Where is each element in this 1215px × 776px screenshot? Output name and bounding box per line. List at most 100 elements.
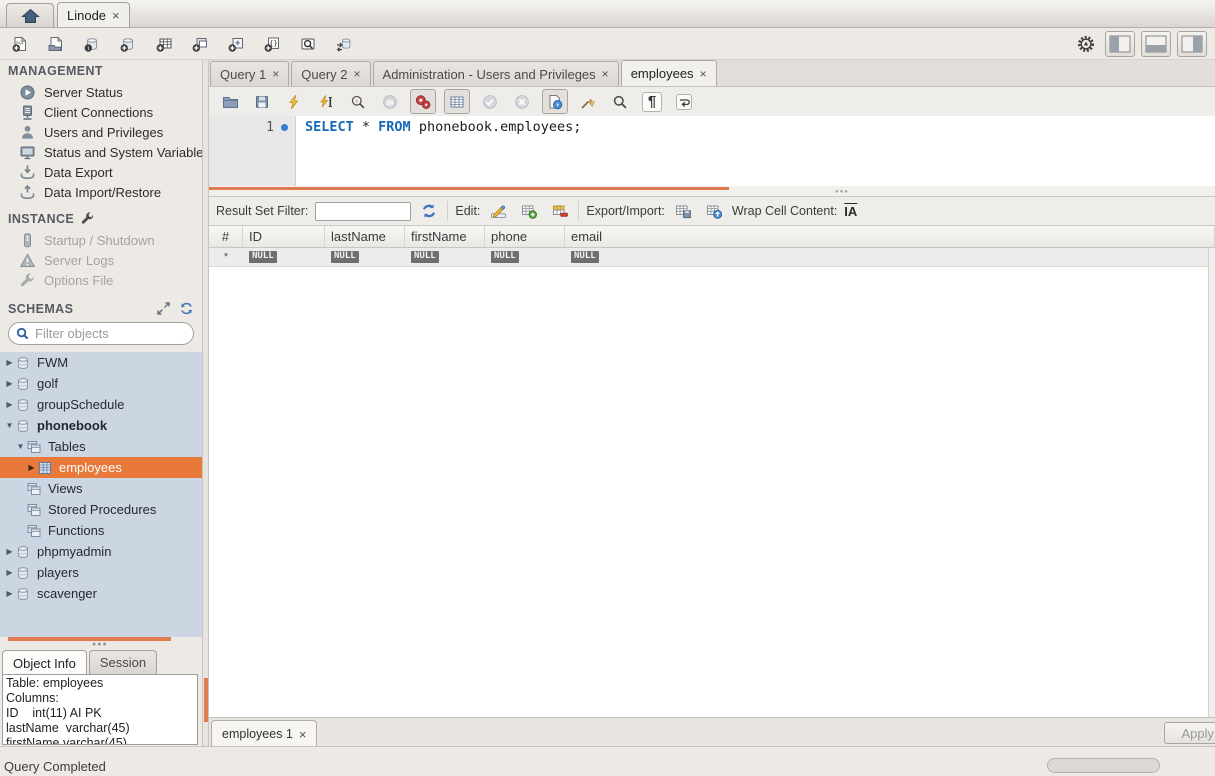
schema-inspector-icon[interactable]: i bbox=[78, 31, 105, 58]
tree-item-scavenger[interactable]: ▶scavenger bbox=[0, 583, 202, 604]
tree-item-functions[interactable]: Functions bbox=[0, 520, 202, 541]
chevron-down-icon[interactable]: ▼ bbox=[4, 421, 15, 430]
sidebar-item-server-status[interactable]: Server Status bbox=[0, 82, 202, 102]
tab-query-1[interactable]: Query 1× bbox=[210, 61, 289, 86]
tree-item-fwm[interactable]: ▶FWM bbox=[0, 352, 202, 373]
schema-filter-input[interactable] bbox=[35, 326, 202, 341]
export-recordset-icon[interactable] bbox=[672, 201, 694, 221]
sql-editor[interactable]: 1 SELECT * FROM phonebook.employees; bbox=[209, 116, 1215, 186]
tree-item-phpmyadmin[interactable]: ▶phpmyadmin bbox=[0, 541, 202, 562]
tree-item-employees[interactable]: ▶employees bbox=[0, 457, 202, 478]
column-header-lastname[interactable]: lastName bbox=[325, 226, 405, 247]
open-script-icon[interactable] bbox=[218, 90, 242, 114]
tab-employees[interactable]: employees× bbox=[621, 60, 717, 86]
column-header-id[interactable]: ID bbox=[243, 226, 325, 247]
sidebar-splitter-grip[interactable]: ●●● bbox=[92, 641, 108, 648]
toggle-right-sidebar-icon[interactable] bbox=[1177, 31, 1207, 57]
table-row[interactable]: *NULLNULLNULLNULLNULL bbox=[209, 248, 1215, 267]
close-icon[interactable]: × bbox=[700, 68, 707, 80]
sidebar-item-startup-shutdown[interactable]: Startup / Shutdown bbox=[0, 230, 202, 250]
tab-session[interactable]: Session bbox=[89, 650, 157, 674]
beautify-sql-icon[interactable] bbox=[576, 90, 600, 114]
search-table-data-icon[interactable] bbox=[294, 31, 321, 58]
save-script-icon[interactable] bbox=[250, 90, 274, 114]
show-invisibles-icon[interactable]: ¶ bbox=[640, 90, 664, 114]
create-function-icon[interactable]: {} bbox=[258, 31, 285, 58]
expand-panel-icon[interactable] bbox=[156, 301, 171, 316]
sidebar-item-data-export[interactable]: Data Export bbox=[0, 162, 202, 182]
chevron-right-icon[interactable]: ▶ bbox=[4, 568, 15, 577]
tree-item-groupschedule[interactable]: ▶groupSchedule bbox=[0, 394, 202, 415]
wrap-text-icon[interactable] bbox=[672, 90, 696, 114]
table-cell[interactable]: NULL bbox=[485, 248, 565, 266]
close-icon[interactable]: × bbox=[272, 68, 279, 80]
limit-rows-icon[interactable] bbox=[444, 89, 470, 114]
delete-row-icon[interactable] bbox=[549, 201, 571, 221]
column-header-email[interactable]: email bbox=[565, 226, 1215, 247]
create-schema-icon[interactable] bbox=[114, 31, 141, 58]
toggle-left-sidebar-icon[interactable] bbox=[1105, 31, 1135, 57]
vertical-splitter[interactable] bbox=[202, 60, 209, 746]
stop-on-error-toggle-icon[interactable] bbox=[410, 89, 436, 114]
tree-item-phonebook[interactable]: ▼phonebook bbox=[0, 415, 202, 436]
wrap-cell-content-icon[interactable]: IA bbox=[844, 204, 857, 219]
open-sql-script-icon[interactable] bbox=[42, 31, 69, 58]
refresh-results-icon[interactable] bbox=[418, 201, 440, 221]
refresh-schemas-icon[interactable] bbox=[179, 301, 194, 316]
editor-result-splitter[interactable]: ●●● bbox=[209, 186, 1215, 196]
settings-gear-icon[interactable] bbox=[1072, 31, 1099, 58]
sidebar-item-data-import-restore[interactable]: Data Import/Restore bbox=[0, 182, 202, 202]
table-cell[interactable]: NULL bbox=[405, 248, 485, 266]
horizontal-scrollbar-thumb[interactable] bbox=[1047, 758, 1160, 773]
tab-query-2[interactable]: Query 2× bbox=[291, 61, 370, 86]
create-view-icon[interactable] bbox=[186, 31, 213, 58]
toggle-bottom-panel-icon[interactable] bbox=[1141, 31, 1171, 57]
tree-item-tables[interactable]: ▼Tables bbox=[0, 436, 202, 457]
import-records-icon[interactable] bbox=[703, 201, 725, 221]
table-cell[interactable]: NULL bbox=[243, 248, 325, 266]
create-table-icon[interactable] bbox=[150, 31, 177, 58]
execute-statement-icon[interactable] bbox=[314, 90, 338, 114]
add-row-icon[interactable] bbox=[518, 201, 540, 221]
close-icon[interactable]: × bbox=[112, 9, 120, 22]
stop-query-icon[interactable] bbox=[378, 90, 402, 114]
tree-item-stored-procedures[interactable]: Stored Procedures bbox=[0, 499, 202, 520]
sidebar-item-status-and-system-variables[interactable]: Status and System Variables bbox=[0, 142, 202, 162]
home-tab[interactable] bbox=[6, 3, 54, 27]
table-cell[interactable]: NULL bbox=[565, 248, 1215, 266]
close-icon[interactable]: × bbox=[602, 68, 609, 80]
tree-item-players[interactable]: ▶players bbox=[0, 562, 202, 583]
execute-sql-icon[interactable] bbox=[282, 90, 306, 114]
explain-plan-icon[interactable] bbox=[346, 90, 370, 114]
sidebar-item-server-logs[interactable]: Server Logs bbox=[0, 250, 202, 270]
tab-administration-users-and-privileges[interactable]: Administration - Users and Privileges× bbox=[373, 61, 619, 86]
sidebar-item-client-connections[interactable]: Client Connections bbox=[0, 102, 202, 122]
edit-record-icon[interactable] bbox=[487, 201, 509, 221]
reconnect-dbms-icon[interactable] bbox=[330, 31, 357, 58]
sidebar-item-users-and-privileges[interactable]: Users and Privileges bbox=[0, 122, 202, 142]
result-filter-input[interactable] bbox=[315, 202, 411, 221]
close-icon[interactable]: × bbox=[299, 728, 307, 741]
column-header-firstname[interactable]: firstName bbox=[405, 226, 485, 247]
column-header-[interactable]: # bbox=[209, 226, 243, 247]
autocommit-toggle-icon[interactable] bbox=[542, 89, 568, 114]
close-icon[interactable]: × bbox=[354, 68, 361, 80]
chevron-right-icon[interactable]: ▶ bbox=[4, 400, 15, 409]
rollback-icon[interactable] bbox=[510, 90, 534, 114]
sql-code-line[interactable]: SELECT * FROM phonebook.employees; bbox=[305, 119, 581, 135]
chevron-down-icon[interactable]: ▼ bbox=[15, 442, 26, 451]
tree-item-golf[interactable]: ▶golf bbox=[0, 373, 202, 394]
commit-icon[interactable] bbox=[478, 90, 502, 114]
apply-button[interactable]: Apply bbox=[1164, 722, 1215, 744]
sidebar-splitter-accent[interactable] bbox=[8, 637, 171, 641]
tab-object-info[interactable]: Object Info bbox=[2, 650, 87, 675]
grid-vertical-scrollbar[interactable] bbox=[1208, 248, 1215, 717]
find-icon[interactable] bbox=[608, 90, 632, 114]
table-cell[interactable]: NULL bbox=[325, 248, 405, 266]
chevron-right-icon[interactable]: ▶ bbox=[26, 463, 37, 472]
chevron-right-icon[interactable]: ▶ bbox=[4, 589, 15, 598]
chevron-right-icon[interactable]: ▶ bbox=[4, 547, 15, 556]
create-procedure-icon[interactable] bbox=[222, 31, 249, 58]
result-set-tab[interactable]: employees 1 × bbox=[211, 720, 317, 746]
column-header-phone[interactable]: phone bbox=[485, 226, 565, 247]
